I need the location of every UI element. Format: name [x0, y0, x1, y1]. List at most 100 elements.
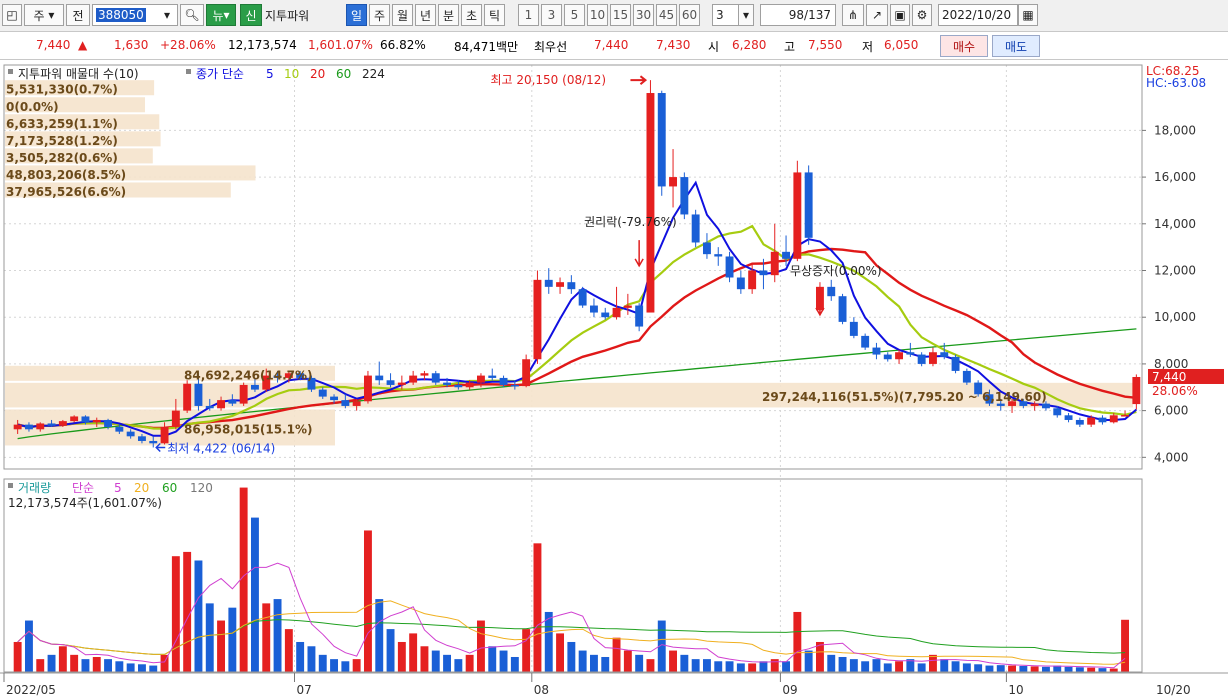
change-value: 1,630 [114, 38, 149, 52]
interval-dropdown-icon[interactable]: ▾ [738, 4, 754, 26]
volume-bar [1098, 668, 1107, 672]
volume-bar [770, 659, 779, 672]
sell-button[interactable]: 매도 [992, 35, 1040, 57]
candle-body [363, 375, 372, 402]
volume-bar [92, 656, 101, 672]
period-tab[interactable]: 일 [346, 4, 367, 26]
search-icon[interactable]: 🔍︎ [180, 4, 204, 26]
high-annotation: 최고 20,150 (08/12) [490, 73, 606, 87]
volume-profile-label: 37,965,526(6.6%) [6, 185, 126, 199]
candle-body [1121, 415, 1130, 417]
new-button[interactable]: 신 [240, 4, 262, 26]
volume-bar [1008, 665, 1017, 672]
candle-body [194, 383, 203, 406]
volume-bar [646, 659, 655, 672]
candle-body [623, 305, 632, 308]
draw-icon[interactable]: ↗ [866, 4, 888, 26]
candle-body [250, 384, 259, 390]
buy-button[interactable]: 매수 [940, 35, 988, 57]
volume-bar [748, 663, 757, 672]
candle-body [409, 375, 418, 383]
volume-profile-label: 84,692,246(14.7%) [184, 368, 313, 382]
volume-bar [1087, 667, 1096, 672]
volume-profile-label: 0(0.0%) [6, 100, 59, 114]
count-input[interactable]: 98/137 [760, 4, 836, 26]
window-menu-icon[interactable]: ◰ [2, 4, 22, 26]
period-tab[interactable]: 주 [369, 4, 390, 26]
volume-bar [149, 665, 158, 672]
volume-bar [465, 654, 474, 672]
volume-bar [454, 659, 463, 672]
volume-bar [36, 659, 45, 672]
volume-bar [714, 661, 723, 672]
candle-body [827, 286, 836, 297]
candle-body [70, 416, 79, 422]
volume-bar [680, 654, 689, 672]
candle-body [318, 389, 327, 397]
calendar-icon[interactable]: ▦ [1018, 4, 1038, 26]
candle-body [691, 214, 700, 243]
period-tab[interactable]: 월 [392, 4, 413, 26]
volume-bar [759, 661, 768, 672]
period-tab[interactable]: 분 [438, 4, 459, 26]
volume-bar [962, 663, 971, 672]
price-tick-label: 12,000 [1154, 264, 1196, 278]
interval-tab[interactable]: 60 [679, 4, 700, 26]
interval-tab[interactable]: 10 [587, 4, 608, 26]
candle-body [1041, 403, 1050, 409]
save-icon[interactable]: ▣ [890, 4, 910, 26]
compare-icon[interactable]: ⋔ [842, 4, 864, 26]
candle-body [386, 380, 395, 385]
volume-bar [883, 663, 892, 672]
volume-bar [318, 654, 327, 672]
stock-chart[interactable]: 4,000 6,000 8,000 10,000 12,000 14,000 16,000 1… [0, 61, 1228, 700]
legend-marker [8, 69, 13, 74]
interval-tab[interactable]: 1 [518, 4, 539, 26]
gear-icon[interactable]: ⚙ [912, 4, 932, 26]
volume-bar [691, 659, 700, 672]
candle-body [883, 354, 892, 360]
volume-bar [409, 633, 418, 672]
volume-bar [623, 650, 632, 672]
period-tab[interactable]: 틱 [484, 4, 505, 26]
news-button[interactable]: 뉴 ▾ [206, 4, 236, 26]
interval-tab[interactable]: 30 [633, 4, 654, 26]
time-tick-label: 07 [297, 683, 312, 697]
code-dropdown-icon[interactable]: ▾ [158, 4, 176, 26]
volume-bar [815, 641, 824, 672]
candle-body [183, 383, 192, 411]
period-tab[interactable]: 초 [461, 4, 482, 26]
interval-tab[interactable]: 3 [541, 4, 562, 26]
volume-bar [284, 629, 293, 672]
volume-bar [81, 659, 90, 672]
volume-bar [951, 661, 960, 672]
period-tab[interactable]: 년 [415, 4, 436, 26]
candle-body [759, 270, 768, 276]
candle-body [669, 177, 678, 187]
price-tick-label: 4,000 [1154, 450, 1188, 464]
price-tick-label: 10,000 [1154, 310, 1196, 324]
price-legend-period: 224 [362, 67, 385, 81]
date-input[interactable]: 2022/10/20 [938, 4, 1018, 26]
period-select[interactable]: 주 ▾ [24, 4, 64, 26]
interval-tab[interactable]: 5 [564, 4, 585, 26]
candle-body [736, 277, 745, 290]
candle-body [341, 400, 350, 406]
volume-bar [217, 620, 226, 672]
volume-bar [431, 650, 440, 672]
volume-bar [635, 654, 644, 672]
candle-body [149, 440, 158, 444]
volume-bar [544, 611, 553, 672]
candle-body [330, 396, 339, 401]
volume-profile-label: 297,244,116(51.5%)(7,795.20 ~ 6,149.60) [762, 390, 1047, 404]
time-tick-label: 09 [782, 683, 797, 697]
news-label: 뉴 [212, 8, 224, 23]
prev-button[interactable]: 전 [66, 4, 90, 26]
interval-tab[interactable]: 15 [610, 4, 631, 26]
volume-bar [363, 530, 372, 672]
candle-body [13, 424, 22, 430]
interval-tab[interactable]: 45 [656, 4, 677, 26]
price-legend-ma-label: 종가 단순 [196, 67, 244, 81]
time-tick-label: 08 [534, 683, 549, 697]
volume-bar [861, 661, 870, 672]
